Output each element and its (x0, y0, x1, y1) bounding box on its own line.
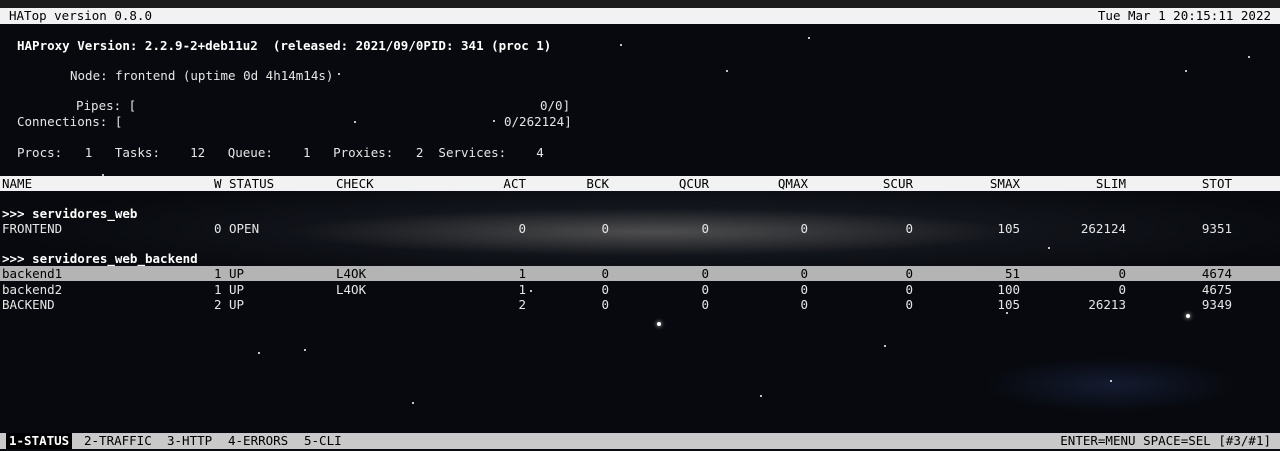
cell-status: UP (229, 282, 245, 297)
col-bck: BCK (586, 176, 609, 191)
window-titlebar (0, 0, 1280, 8)
cell-slim: 26213 (1088, 297, 1126, 312)
cell-slim: 0 (1118, 282, 1126, 297)
tab-status[interactable]: 1-STATUS (6, 433, 73, 449)
col-w: W (214, 176, 222, 191)
pipes-value: 0/0] (540, 98, 571, 113)
cell-w: 2 (214, 297, 222, 312)
cell-stot: 4675 (1201, 282, 1232, 297)
col-act: ACT (503, 176, 526, 191)
table-row[interactable]: backend2 1 UP L4OK 1 0 0 0 0 100 0 4675 (0, 282, 1280, 297)
cell-status: UP (229, 297, 245, 312)
cell-bck: 0 (601, 221, 609, 236)
col-slim: SLIM (1095, 176, 1126, 191)
cell-qmax: 0 (800, 266, 808, 281)
tab-http[interactable]: 3-HTTP (164, 433, 215, 449)
cell-name: backend2 (2, 282, 63, 297)
cell-act: 0 (518, 221, 526, 236)
cell-name: BACKEND (2, 297, 55, 312)
col-stot: STOT (1201, 176, 1232, 191)
connections-value: 0/262124] (504, 114, 572, 129)
cell-smax: 105 (997, 297, 1020, 312)
col-qmax: QMAX (777, 176, 808, 191)
cell-smax: 100 (997, 282, 1020, 297)
table-header: NAME W STATUS CHECK ACT BCK QCUR QMAX SC… (0, 176, 1280, 191)
haproxy-version: HAProxy Version: 2.2.9-2+deb11u2 (releas… (17, 38, 552, 53)
col-scur: SCUR (882, 176, 913, 191)
cell-stot: 9349 (1201, 297, 1232, 312)
cell-scur: 0 (905, 266, 913, 281)
cell-w: 0 (214, 221, 222, 236)
cell-qcur: 0 (701, 282, 709, 297)
cell-stot: 4674 (1201, 266, 1232, 281)
group-title-servidores-web-backend: >>> servidores_web_backend (2, 251, 198, 266)
cell-act: 1 (518, 282, 526, 297)
cell-qcur: 0 (701, 297, 709, 312)
cell-scur: 0 (905, 297, 913, 312)
top-status-bar: HATop version 0.8.0 Tue Mar 1 20:15:11 2… (0, 8, 1280, 24)
cell-scur: 0 (905, 221, 913, 236)
cell-slim: 0 (1118, 266, 1126, 281)
cell-stot: 9351 (1201, 221, 1232, 236)
cell-act: 2 (518, 297, 526, 312)
table-row[interactable]: FRONTEND 0 OPEN 0 0 0 0 0 105 262124 935… (0, 221, 1280, 236)
cell-qmax: 0 (800, 282, 808, 297)
connections-label: Connections: [ (17, 114, 123, 129)
col-name: NAME (2, 176, 33, 191)
cell-name: FRONTEND (2, 221, 63, 236)
cell-bck: 0 (601, 266, 609, 281)
col-qcur: QCUR (678, 176, 709, 191)
cell-smax: 51 (1004, 266, 1020, 281)
cell-check: L4OK (336, 282, 367, 297)
tab-traffic[interactable]: 2-TRAFFIC (81, 433, 155, 449)
group-title-servidores-web: >>> servidores_web (2, 206, 138, 221)
cell-name: backend1 (2, 266, 63, 281)
table-row[interactable]: BACKEND 2 UP 2 0 0 0 0 105 26213 9349 (0, 297, 1280, 312)
stats-summary: Procs: 1 Tasks: 12 Queue: 1 Proxies: 2 S… (17, 145, 544, 160)
pipes-label: Pipes: [ (76, 98, 137, 113)
cell-qcur: 0 (701, 221, 709, 236)
col-status: STATUS (229, 176, 275, 191)
tab-errors[interactable]: 4-ERRORS (225, 433, 291, 449)
cell-w: 1 (214, 282, 222, 297)
col-smax: SMAX (989, 176, 1020, 191)
tab-cli[interactable]: 5-CLI (301, 433, 345, 449)
cell-qcur: 0 (701, 266, 709, 281)
key-hint: ENTER=MENU SPACE=SEL [#3/#1] (1060, 433, 1271, 448)
cell-check: L4OK (336, 266, 367, 281)
datetime: Tue Mar 1 20:15:11 2022 (1097, 8, 1271, 23)
cell-status: OPEN (229, 221, 260, 236)
cell-slim: 262124 (1080, 221, 1126, 236)
col-check: CHECK (336, 176, 374, 191)
cell-qmax: 0 (800, 297, 808, 312)
table-row-selected[interactable]: backend1 1 UP L4OK 1 0 0 0 0 51 0 4674 (0, 266, 1280, 281)
cell-scur: 0 (905, 282, 913, 297)
cell-bck: 0 (601, 297, 609, 312)
cell-w: 1 (214, 266, 222, 281)
bottom-mode-bar: 1-STATUS 2-TRAFFIC 3-HTTP 4-ERRORS 5-CLI… (0, 433, 1280, 449)
node-info: Node: frontend (uptime 0d 4h14m14s) (70, 68, 334, 83)
cell-act: 1 (518, 266, 526, 281)
app-title: HATop version 0.8.0 (9, 8, 152, 23)
cell-status: UP (229, 266, 245, 281)
cell-qmax: 0 (800, 221, 808, 236)
cell-bck: 0 (601, 282, 609, 297)
cell-smax: 105 (997, 221, 1020, 236)
